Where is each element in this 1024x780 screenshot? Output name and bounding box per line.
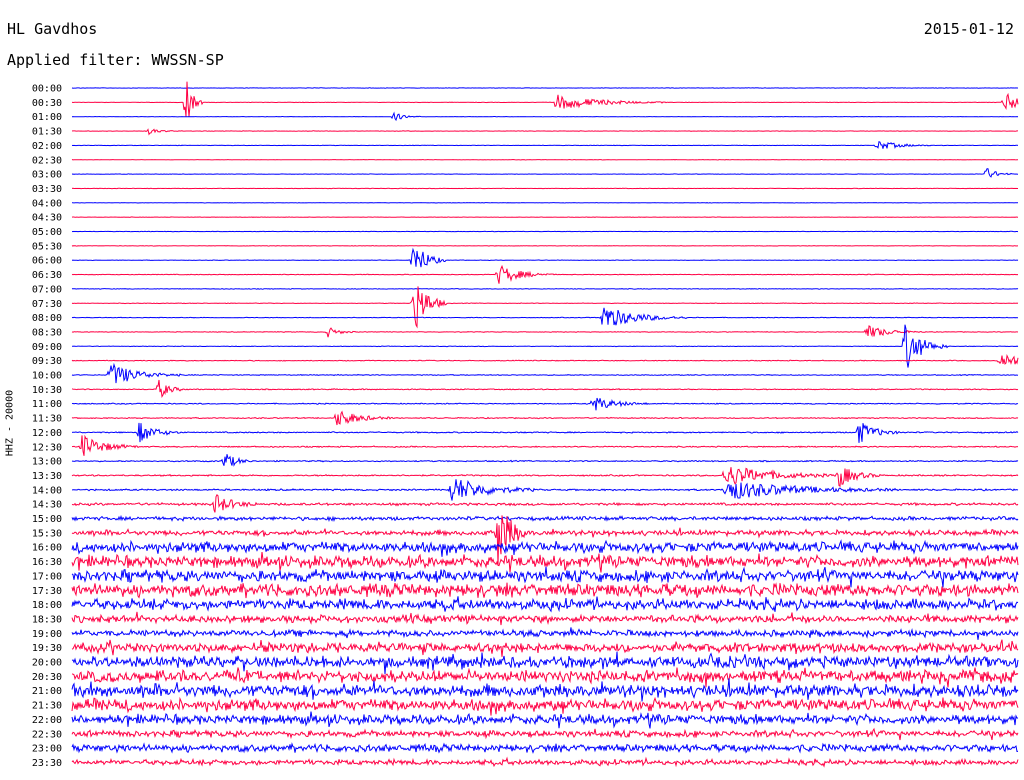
trace-row xyxy=(71,596,1019,613)
trace-row xyxy=(71,247,1019,268)
trace-row xyxy=(71,287,1019,290)
row-time-label: 22:30 xyxy=(32,729,62,740)
trace-row xyxy=(71,307,1019,326)
row-time-label: 23:00 xyxy=(32,744,62,755)
trace-row xyxy=(71,539,1019,557)
trace-row xyxy=(71,141,1019,149)
trace-row xyxy=(71,651,1019,675)
trace-row xyxy=(71,245,1018,247)
row-time-label: 12:00 xyxy=(32,428,62,439)
row-time-label: 03:30 xyxy=(32,184,62,195)
row-time-label: 21:30 xyxy=(32,701,62,712)
trace-row xyxy=(71,128,1018,136)
row-time-label: 13:00 xyxy=(32,457,62,468)
trace-row xyxy=(71,514,1019,523)
trace-row xyxy=(71,515,1019,566)
trace-row xyxy=(71,111,1019,122)
row-time-label: 19:00 xyxy=(32,629,62,640)
trace-row xyxy=(71,286,1019,329)
row-time-label: 07:00 xyxy=(32,284,62,295)
seismogram-page: HL Gavdhos 2015-01-12 Applied filter: WW… xyxy=(0,0,1024,780)
row-time-label: 02:30 xyxy=(32,155,62,166)
row-time-label: 01:00 xyxy=(32,112,62,123)
row-time-label: 06:30 xyxy=(32,270,62,281)
row-time-label: 21:00 xyxy=(32,686,62,697)
trace-row xyxy=(71,264,1019,284)
row-time-label: 19:30 xyxy=(32,643,62,654)
row-time-label: 17:00 xyxy=(32,571,62,582)
row-time-label: 11:00 xyxy=(32,399,62,410)
row-time-label: 18:30 xyxy=(32,614,62,625)
trace-row xyxy=(71,216,1019,218)
row-time-label: 00:30 xyxy=(32,98,62,109)
row-time-label: 04:30 xyxy=(32,213,62,224)
trace-row xyxy=(71,434,1019,456)
trace-row xyxy=(71,756,1019,768)
row-time-label: 07:30 xyxy=(32,299,62,310)
row-time-label: 11:30 xyxy=(32,414,62,425)
row-time-label: 04:00 xyxy=(32,198,62,209)
trace-row xyxy=(71,711,1019,729)
row-time-label: 00:00 xyxy=(32,84,62,95)
trace-row xyxy=(71,410,1019,426)
trace-row xyxy=(71,552,1019,573)
trace-row xyxy=(71,325,1019,338)
row-time-label: 08:00 xyxy=(32,313,62,324)
row-time-label: 15:00 xyxy=(32,514,62,525)
trace-row xyxy=(71,727,1019,741)
row-time-label: 12:30 xyxy=(32,442,62,453)
trace-row xyxy=(71,362,1019,384)
trace-row xyxy=(71,566,1019,588)
trace-row xyxy=(72,479,1019,501)
trace-row xyxy=(71,742,1019,754)
row-time-label: 06:00 xyxy=(32,256,62,267)
row-time-label: 22:00 xyxy=(32,715,62,726)
row-time-label: 17:30 xyxy=(32,586,62,597)
trace-row xyxy=(71,493,1019,513)
trace-row xyxy=(71,187,1018,190)
trace-row xyxy=(71,168,1019,178)
row-time-label: 14:00 xyxy=(32,485,62,496)
row-time-label: 14:30 xyxy=(32,500,62,511)
row-time-label: 08:30 xyxy=(32,327,62,338)
row-time-label: 16:00 xyxy=(32,543,62,554)
row-time-label: 20:00 xyxy=(32,658,62,669)
trace-row xyxy=(71,454,1019,467)
row-time-label: 15:30 xyxy=(32,528,62,539)
trace-row xyxy=(71,582,1019,599)
row-time-label: 13:30 xyxy=(32,471,62,482)
trace-row xyxy=(71,639,1019,657)
trace-row xyxy=(71,422,1019,443)
row-time-label: 05:30 xyxy=(32,241,62,252)
row-time-label: 09:30 xyxy=(32,356,62,367)
helicorder-plot: 00:00 00:30 01:00 01:30 02:00 02:30 03:00 03:30… xyxy=(32,81,1019,769)
trace-row xyxy=(71,379,1019,398)
trace-row xyxy=(71,667,1019,688)
row-time-label: 23:30 xyxy=(32,758,62,769)
trace-row xyxy=(71,81,1019,117)
trace-row xyxy=(71,397,1019,411)
trace-row xyxy=(71,678,1019,702)
trace-row xyxy=(71,467,1019,488)
row-time-label: 03:00 xyxy=(32,170,62,181)
trace-row xyxy=(71,627,1019,640)
trace-row xyxy=(71,354,1019,365)
row-time-label: 18:00 xyxy=(32,600,62,611)
row-time-label: 09:00 xyxy=(32,342,62,353)
row-time-label: 20:30 xyxy=(32,672,62,683)
row-time-label: 02:00 xyxy=(32,141,62,152)
trace-row xyxy=(71,696,1019,716)
row-time-label: 10:00 xyxy=(32,371,62,382)
row-time-label: 10:30 xyxy=(32,385,62,396)
row-time-label: 01:30 xyxy=(32,127,62,138)
trace-row xyxy=(71,611,1019,626)
trace-row xyxy=(71,158,1019,161)
row-time-label: 05:00 xyxy=(32,227,62,238)
row-time-label: 16:30 xyxy=(32,557,62,568)
